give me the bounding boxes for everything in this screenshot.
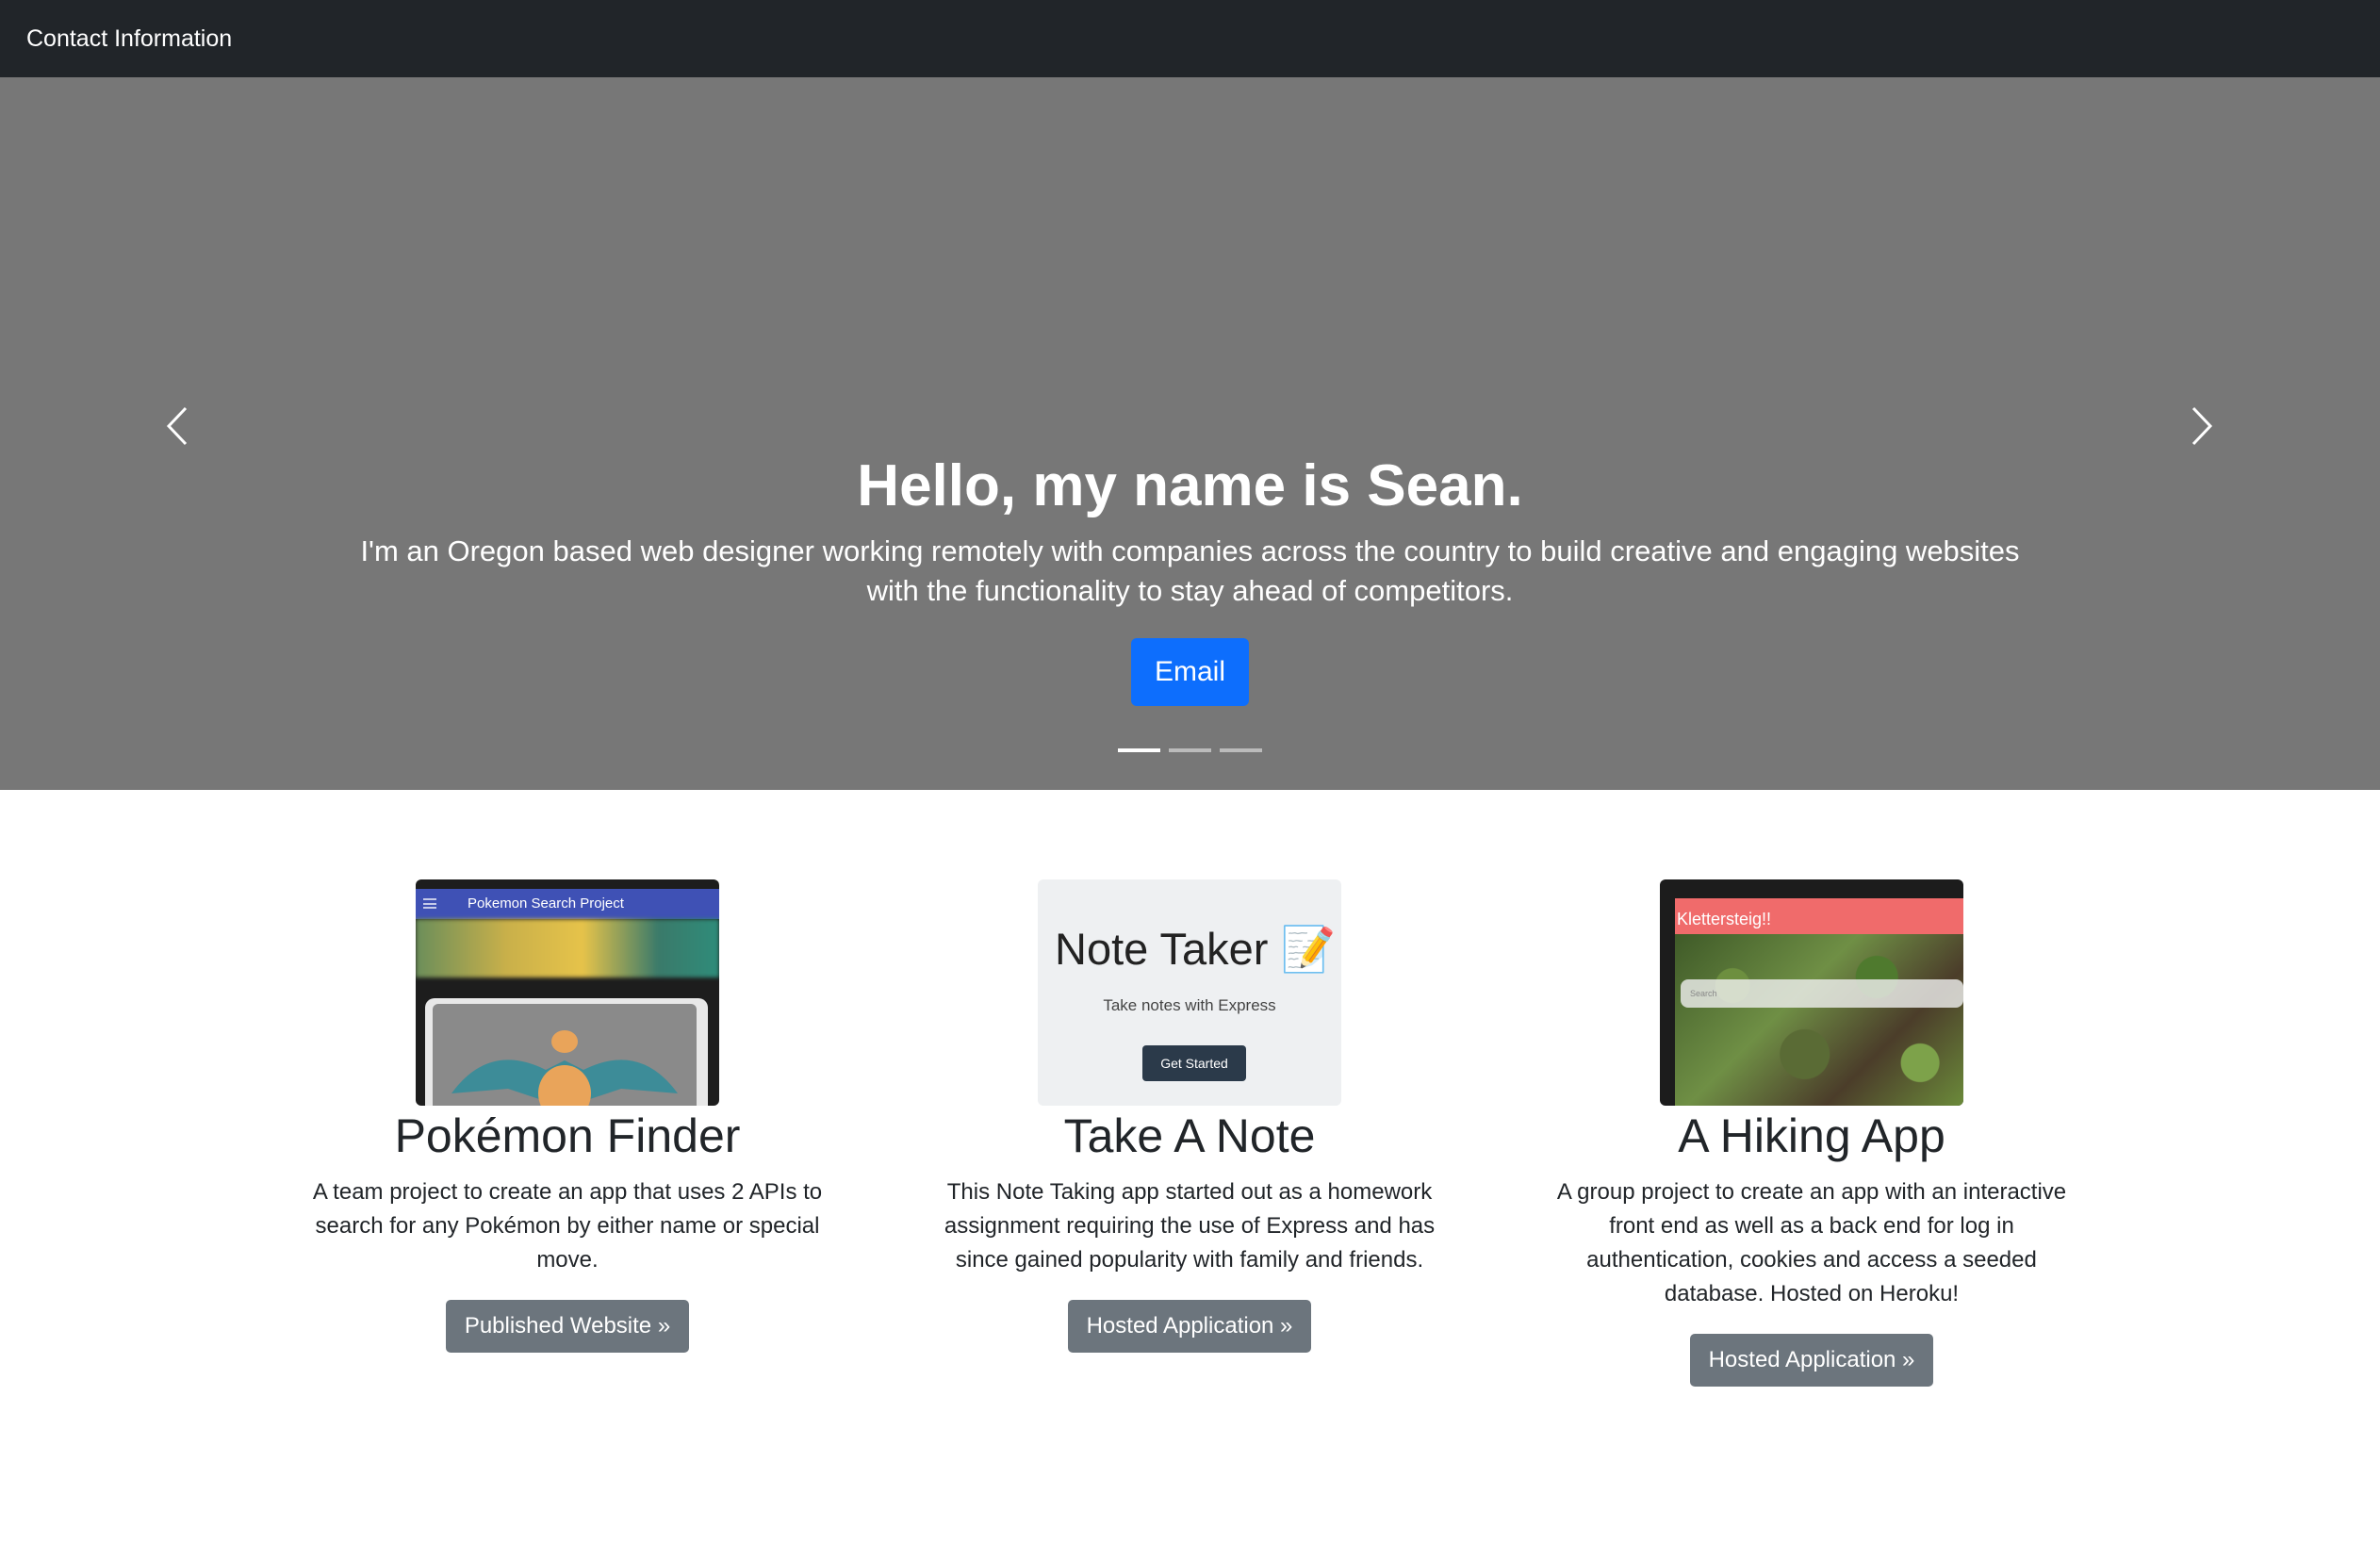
thumbnail-subtitle: Take notes with Express xyxy=(1103,996,1276,1014)
thumbnail-header-text: Pokemon Search Project xyxy=(468,895,624,912)
thumbnail-header-text: Klettersteig!! xyxy=(1677,910,1772,928)
menu-icon xyxy=(423,898,436,909)
carousel-next-button[interactable] xyxy=(2174,398,2230,454)
thumbnail-title: Note Taker 📝 xyxy=(1055,924,1336,974)
thumbnail-header-bar: Klettersteig!! xyxy=(1675,898,1963,934)
hero-heading: Hello, my name is Sean. xyxy=(857,453,1523,518)
navbar-brand-contact-information[interactable]: Contact Information xyxy=(26,0,232,77)
navbar: Contact Information xyxy=(0,0,2380,77)
project-description: This Note Taking app started out as a ho… xyxy=(944,1179,1436,1273)
take-a-note-thumbnail: Note Taker 📝 Take notes with Express Get… xyxy=(1038,879,1341,1106)
pokemon-result-card xyxy=(425,998,708,1106)
chevron-left-icon xyxy=(166,406,188,446)
chevron-right-icon xyxy=(2191,406,2213,446)
carousel-caption: Hello, my name is Sean. I'm an Oregon ba… xyxy=(339,447,2041,706)
forest-image xyxy=(1675,934,1963,1106)
pokemon-finder-thumbnail: Pokemon Search Project xyxy=(416,879,719,1106)
carousel-indicators xyxy=(1118,748,1262,752)
email-button[interactable]: Email xyxy=(1130,638,1249,706)
thumbnail-search-placeholder: Search xyxy=(1690,989,1717,998)
hero-lead: I'm an Oregon based web designer working… xyxy=(360,534,2020,607)
thumbnail-get-started-button: Get Started xyxy=(1142,1045,1246,1081)
carousel-indicator-1[interactable] xyxy=(1118,748,1160,752)
project-pokemon-finder: Pokemon Search Project Pokémon Finder A … xyxy=(294,879,841,1353)
pokemon-logo-banner xyxy=(416,919,719,977)
charizard-image xyxy=(451,1030,678,1106)
project-title: Pokémon Finder xyxy=(394,1109,741,1162)
thumbnail-header-bar: Pokemon Search Project xyxy=(416,889,719,919)
thumbnail-search-field: Search xyxy=(1681,979,1963,1008)
hosted-application-button[interactable]: Hosted Application » xyxy=(1067,1300,1312,1353)
project-title: Take A Note xyxy=(1063,1109,1316,1162)
hero-carousel: Hello, my name is Sean. I'm an Oregon ba… xyxy=(0,77,2380,790)
carousel-prev-button[interactable] xyxy=(149,398,205,454)
hiking-app-thumbnail: Klettersteig!! Search xyxy=(1660,879,1963,1106)
project-description: A team project to create an app that use… xyxy=(312,1179,823,1273)
project-take-a-note: Note Taker 📝 Take notes with Express Get… xyxy=(916,879,1463,1353)
project-description: A group project to create an app with an… xyxy=(1556,1179,2067,1306)
carousel-indicator-3[interactable] xyxy=(1220,748,1262,752)
hosted-application-button[interactable]: Hosted Application » xyxy=(1689,1334,1934,1387)
carousel-indicator-2[interactable] xyxy=(1169,748,1211,752)
pokemon-image xyxy=(433,1004,697,1106)
project-hiking-app: Klettersteig!! Search A Hiking App A gro… xyxy=(1538,879,2085,1387)
project-title: A Hiking App xyxy=(1678,1109,1945,1162)
published-website-button[interactable]: Published Website » xyxy=(445,1300,690,1353)
